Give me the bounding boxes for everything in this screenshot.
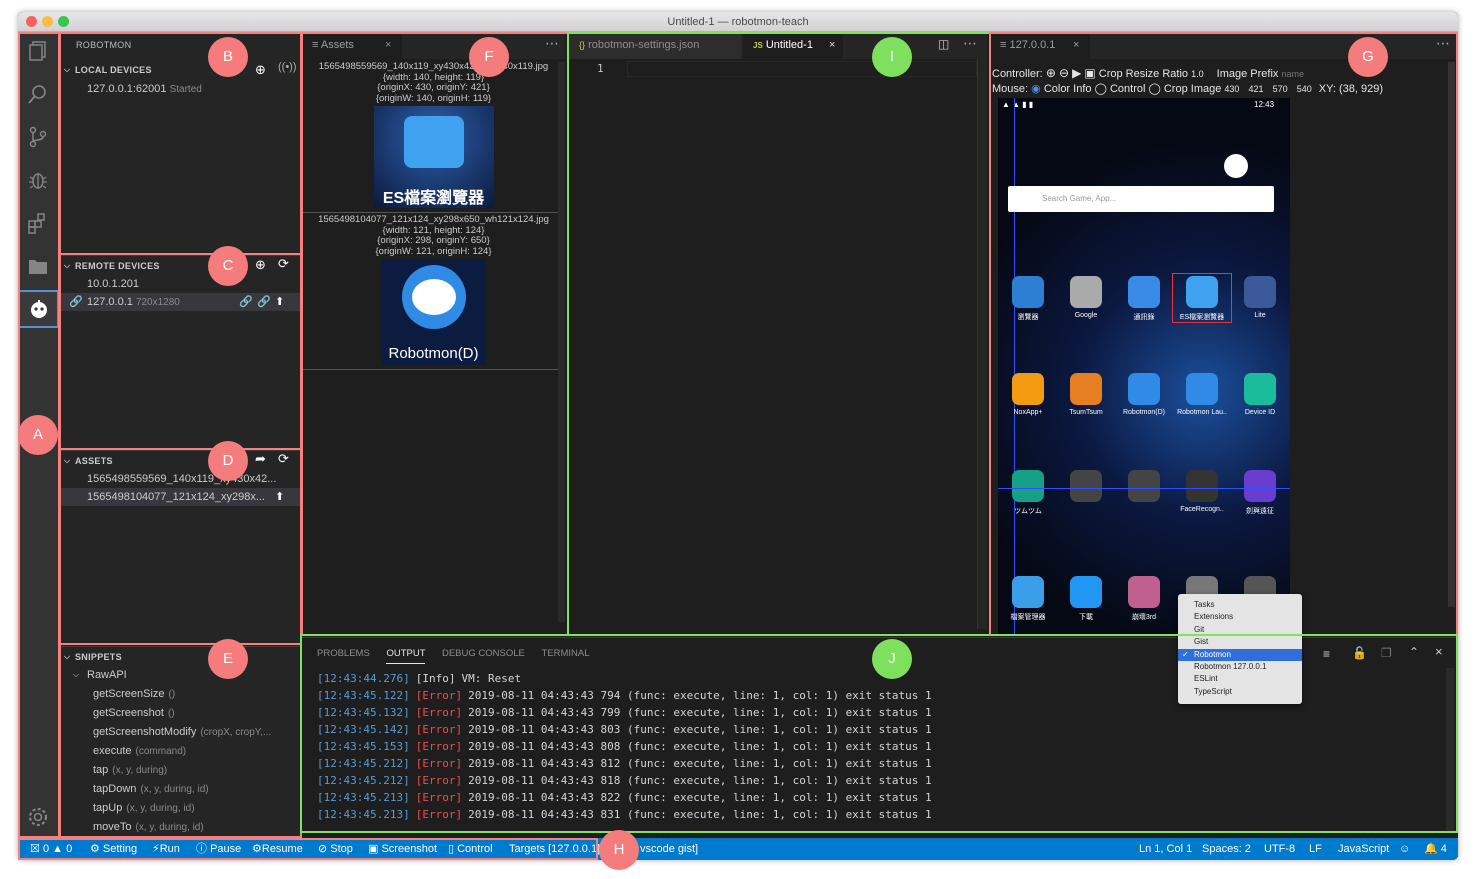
- line-ending[interactable]: LF: [1309, 838, 1322, 860]
- label-c: C: [208, 246, 248, 286]
- feedback-icon[interactable]: ☺: [1399, 838, 1410, 860]
- region-box-i: [567, 32, 991, 636]
- region-box-c: [59, 253, 302, 450]
- region-box-d: [59, 448, 302, 645]
- window-title: Untitled-1 — robotmon-teach: [667, 16, 809, 28]
- label-f: F: [469, 37, 509, 77]
- label-a: A: [18, 415, 58, 455]
- indentation[interactable]: Spaces: 2: [1202, 838, 1251, 860]
- region-box-h: [18, 838, 598, 860]
- title-bar: Untitled-1 — robotmon-teach: [18, 12, 1458, 32]
- minimize-window-button[interactable]: [42, 16, 53, 27]
- label-i: I: [872, 37, 912, 77]
- region-box-g: [989, 32, 1458, 636]
- notification-count: 4: [1440, 843, 1447, 855]
- gist-button[interactable]: vscode gist]: [640, 838, 698, 860]
- label-g: G: [1348, 37, 1388, 77]
- cursor-position[interactable]: Ln 1, Col 1: [1139, 838, 1192, 860]
- close-window-button[interactable]: [26, 16, 37, 27]
- label-d: D: [208, 441, 248, 481]
- label-b: B: [208, 37, 248, 77]
- encoding[interactable]: UTF-8: [1264, 838, 1295, 860]
- label-h: H: [599, 830, 639, 870]
- region-box-f: [301, 32, 569, 636]
- language-mode[interactable]: JavaScript: [1338, 838, 1389, 860]
- region-box-b: [59, 32, 302, 255]
- label-j: J: [872, 639, 912, 679]
- region-box-e: [59, 643, 302, 838]
- notifications[interactable]: 🔔 4: [1424, 838, 1447, 860]
- maximize-window-button[interactable]: [58, 16, 69, 27]
- label-e: E: [208, 639, 248, 679]
